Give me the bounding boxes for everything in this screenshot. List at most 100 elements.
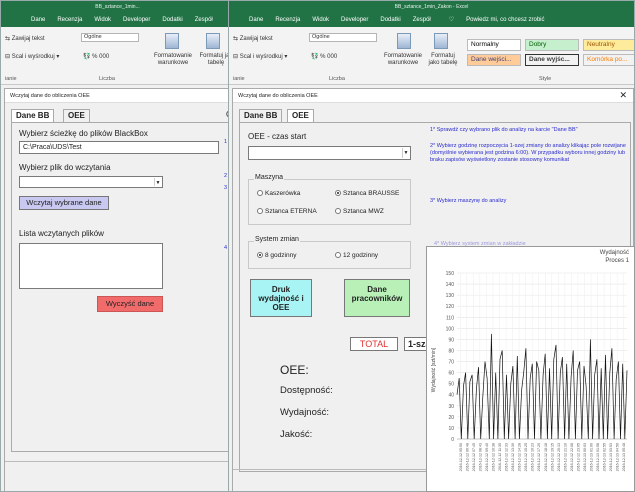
front-wrap-text-button[interactable]: ⇆ Zawijaj tekst	[233, 35, 273, 42]
y-tick-label: 0	[451, 437, 454, 443]
x-tick-label: 2016-12-12 19:15	[550, 443, 554, 471]
front-merge-button[interactable]: ⊟ Scal i wyśrodkuj ▾	[233, 53, 287, 60]
radio-12h[interactable]: 12 godzinny	[335, 252, 378, 259]
path-input[interactable]: C:\Praca\UDS\Test	[19, 141, 219, 154]
y-tick-label: 30	[448, 404, 454, 410]
x-tick-label: 2016-12-12 07:45	[472, 443, 476, 471]
currency-icon: 💱	[83, 54, 93, 60]
front-tab-developer[interactable]: Developer	[335, 13, 374, 27]
conditional-format-icon[interactable]	[165, 33, 179, 49]
style-normal[interactable]: Normalny	[467, 39, 521, 51]
style-good[interactable]: Dobry	[525, 39, 579, 51]
back-tab-dodatki[interactable]: Dodatki	[156, 13, 188, 27]
file-dropdown[interactable]: ▼	[19, 176, 163, 188]
back-merge-button[interactable]: ⊟ Scal i wyśrodkuj ▾	[5, 53, 59, 60]
back-group-number: Liczba	[99, 76, 115, 82]
front-group-styles: Style	[539, 76, 552, 82]
front-number-format-combo[interactable]: Ogólne	[309, 33, 377, 42]
radio-icon	[257, 208, 263, 214]
back-title-bar: BB_sztance_1min...	[1, 1, 234, 13]
hint-3: 3	[224, 185, 228, 191]
shift-label: System zmian	[254, 236, 300, 243]
tab-dane-bb[interactable]: Dane BB	[11, 109, 55, 122]
front-title-bar: BB_sztance_1min_Zakon - Excel	[229, 1, 634, 13]
tab-oee[interactable]: OEE	[287, 109, 314, 122]
x-tick-label: 2016-12-13 02:55	[603, 443, 607, 471]
front-tab-dodatki[interactable]: Dodatki	[374, 13, 406, 27]
workers-data-button[interactable]: Dane pracowników	[344, 279, 410, 317]
radio-kaszerowka[interactable]: Kaszerówka	[257, 190, 300, 197]
y-tick-label: 120	[446, 304, 455, 310]
radio-eterna[interactable]: Sztanca ETERNA	[257, 208, 317, 215]
x-tick-label: 2016-12-12 12:33	[505, 443, 509, 471]
front-tab-zespol[interactable]: Zespół	[407, 13, 437, 27]
lightbulb-icon: ♡	[448, 17, 455, 23]
chevron-down-icon[interactable]: ▼	[402, 148, 409, 158]
x-tick-label: 2016-12-12 10:38	[491, 443, 495, 471]
y-tick-label: 130	[446, 293, 455, 299]
instruction-3: 3* Wybierz maszynę do analizy	[430, 198, 507, 204]
back-excel-window: BB_sztance_1min... Dane Recenzja Widok Deve…	[0, 0, 235, 492]
tell-me-box[interactable]: ♡ Powiedz mi, co chcesz zrobić	[437, 13, 557, 27]
back-group-align: ianie	[5, 76, 17, 82]
tab-oee[interactable]: OEE	[63, 109, 90, 122]
y-tick-label: 10	[448, 426, 454, 432]
back-tab-recenzja[interactable]: Recenzja	[51, 13, 88, 27]
instruction-2: 2* Wybierz godzinę rozpoczęcia 1-szej zm…	[430, 143, 626, 163]
print-report-button[interactable]: Druk wydajność i OEE	[250, 279, 312, 317]
quality-label: Jakość:	[280, 429, 313, 440]
back-tab-developer[interactable]: Developer	[117, 13, 156, 27]
close-icon[interactable]: ✕	[619, 90, 627, 101]
currency-icon: 💱	[311, 54, 321, 60]
front-number-symbols[interactable]: 💱 % 000	[311, 53, 337, 60]
front-cond-format-label[interactable]: Formatowanie warunkowe	[381, 53, 425, 67]
load-data-button[interactable]: Wczytaj wybrane dane	[19, 196, 109, 210]
radio-brausse[interactable]: Sztanca BRAUSSE	[335, 190, 399, 197]
style-input[interactable]: Dane wejści...	[467, 54, 521, 66]
y-tick-label: 100	[446, 326, 455, 332]
x-tick-label: 2016-12-13 04:50	[616, 443, 620, 471]
y-tick-label: 70	[448, 360, 454, 366]
x-tick-label: 2016-12-12 20:13	[557, 443, 561, 471]
x-tick-label: 2016-12-12 18:18	[544, 443, 548, 471]
back-wrap-text-button[interactable]: ⇆ Zawijaj tekst	[5, 35, 45, 42]
radio-icon	[257, 252, 263, 258]
clear-data-button[interactable]: Wyczyść dane	[97, 296, 163, 312]
back-number-format-combo[interactable]: Ogólne	[81, 33, 139, 42]
loaded-files-list[interactable]	[19, 243, 163, 289]
style-output[interactable]: Dane wyjśc...	[525, 54, 579, 66]
x-tick-label: 2016-12-12 08:43	[478, 443, 482, 471]
back-number-symbols[interactable]: 💱 % 000	[83, 53, 109, 60]
style-neutral[interactable]: Neutralny	[583, 39, 634, 51]
y-tick-label: 20	[448, 415, 454, 421]
radio-icon	[257, 190, 263, 196]
back-tab-panel: Wybierz ścieżkę do plików BlackBox C:\Pr…	[11, 122, 234, 452]
conditional-format-icon[interactable]	[397, 33, 411, 49]
performance-label: Wydajność:	[280, 407, 330, 418]
tab-dane-bb[interactable]: Dane BB	[239, 109, 283, 122]
front-tab-dane[interactable]: Dane	[243, 13, 269, 27]
radio-8h[interactable]: 8 godzinny	[257, 252, 296, 259]
front-tab-widok[interactable]: Widok	[306, 13, 335, 27]
radio-mwz[interactable]: Sztanca MWZ	[335, 208, 384, 215]
format-table-icon[interactable]	[434, 33, 448, 49]
style-calc-cell[interactable]: Komórka po...	[583, 54, 634, 66]
total-button[interactable]: TOTAL	[350, 337, 398, 351]
instruction-1: 1* Sprawdź czy wybrano plik do analizy n…	[430, 127, 578, 133]
x-tick-label: 2016-12-12 16:23	[531, 443, 535, 471]
back-tab-dane[interactable]: Dane	[25, 13, 51, 27]
chart-window: Wydajność Proces 1 Wydajność [szt/min] 0…	[426, 246, 635, 492]
front-group-number: Liczba	[329, 76, 345, 82]
chevron-down-icon[interactable]: ▼	[154, 178, 161, 186]
front-ribbon-tabs: Dane Recenzja Widok Developer Dodatki Zespół ♡…	[229, 13, 634, 27]
front-format-table-label[interactable]: Formatuj jako tabelę	[425, 53, 461, 67]
y-tick-label: 60	[448, 371, 454, 377]
back-cond-format-label[interactable]: Formatowanie warunkowe	[151, 53, 195, 67]
oee-time-dropdown[interactable]: ▼	[248, 146, 411, 160]
front-tab-recenzja[interactable]: Recenzja	[269, 13, 306, 27]
back-tab-zespol[interactable]: Zespół	[189, 13, 219, 27]
format-table-icon[interactable]	[206, 33, 220, 49]
machine-group: Maszyna Kaszerówka Sztanca BRAUSSE Sztan…	[248, 174, 411, 225]
x-tick-label: 2016-12-12 14:28	[518, 443, 522, 471]
back-tab-widok[interactable]: Widok	[88, 13, 117, 27]
